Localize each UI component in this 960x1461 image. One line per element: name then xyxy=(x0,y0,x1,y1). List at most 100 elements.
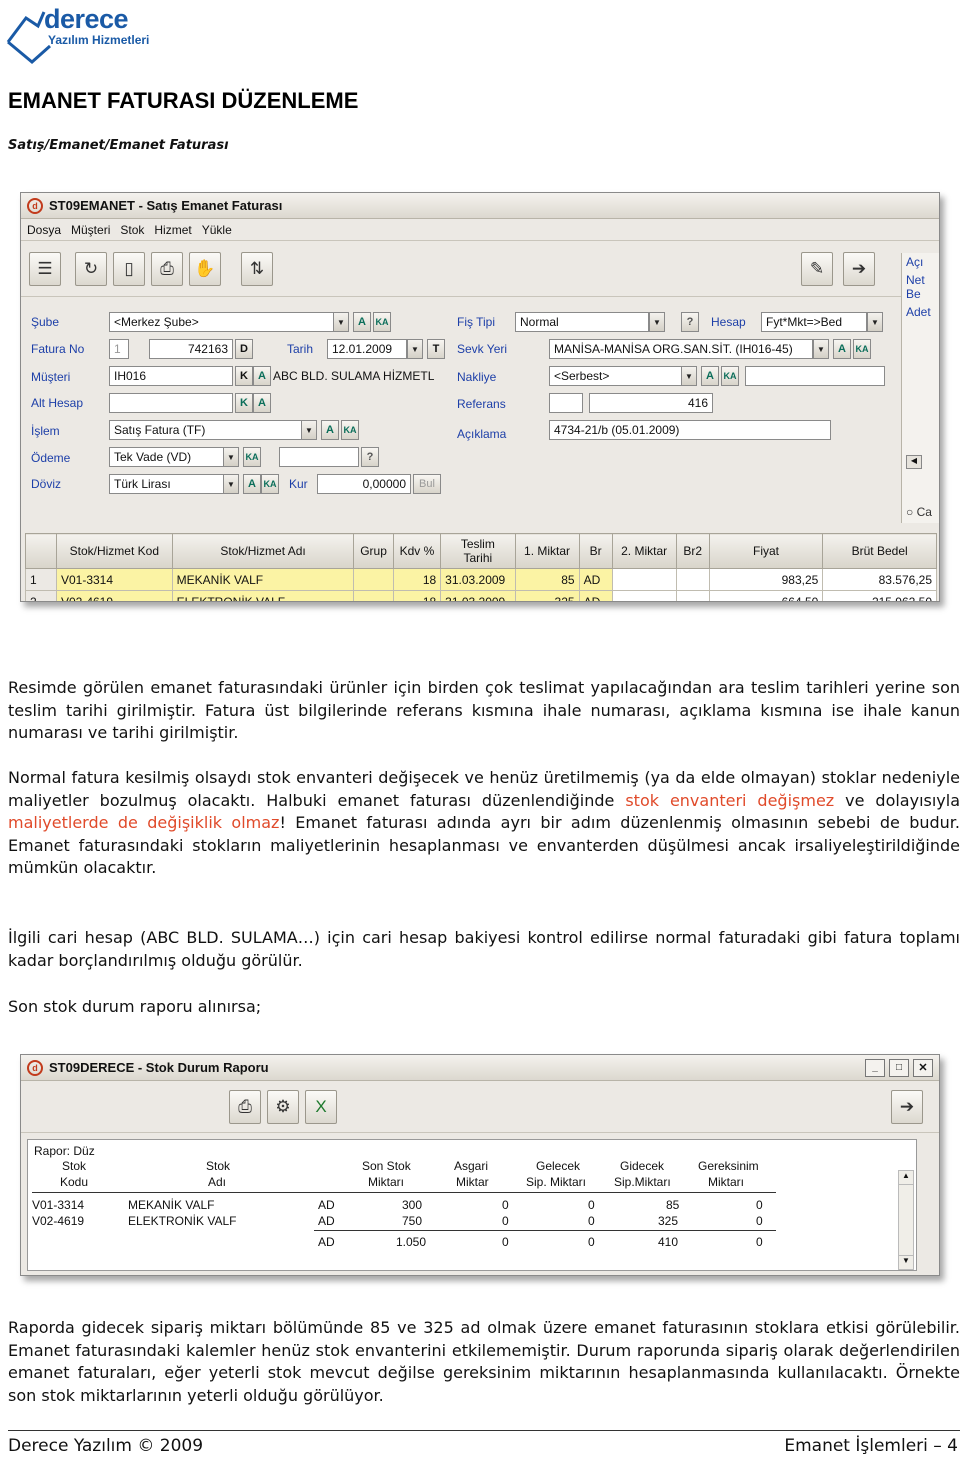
refresh-icon[interactable]: ↻ xyxy=(75,251,107,286)
menu-musteri[interactable]: Müşteri xyxy=(71,223,110,237)
cell-teslim[interactable]: 31.03.2009 xyxy=(440,590,516,601)
sevk-yeri-a-button[interactable]: A xyxy=(833,339,851,359)
musteri-k-button[interactable]: K xyxy=(235,366,253,386)
menu-stok[interactable]: Stok xyxy=(120,223,144,237)
col-stok-adi[interactable]: Stok/Hizmet Adı xyxy=(171,533,355,569)
cell-teslim[interactable]: 31.03.2009 xyxy=(440,568,516,591)
odeme-extra-field[interactable] xyxy=(279,447,359,467)
list-icon[interactable]: ☰ xyxy=(29,251,61,286)
report-settings-icon[interactable]: ⚙ xyxy=(267,1089,299,1124)
cell-kod[interactable]: V02-4619 xyxy=(55,590,173,601)
vertical-scrollbar[interactable]: ▲ ▼ xyxy=(898,1170,914,1270)
fis-tipi-select[interactable]: Normal xyxy=(515,312,649,332)
table-row[interactable]: 2 V02-4619 ELEKTRONİK VALF 18 31.03.2009… xyxy=(25,590,937,601)
alt-hesap-field[interactable] xyxy=(109,393,233,413)
fatura-no-field[interactable]: 742163 xyxy=(149,339,233,359)
print-icon[interactable]: ⎙ xyxy=(229,1089,261,1124)
islem-select[interactable]: Satış Fatura (TF) xyxy=(109,420,303,440)
excel-export-icon[interactable]: X xyxy=(305,1089,337,1124)
nakliye-ka-button[interactable]: KA xyxy=(721,366,739,386)
sevk-yeri-select[interactable]: MANİSA-MANİSA ORG.SAN.SİT. (IH016-45) xyxy=(549,339,813,359)
col-stok-kod[interactable]: Stok/Hizmet Kod xyxy=(55,533,173,569)
fis-tipi-chevron-icon[interactable]: ▼ xyxy=(649,312,665,332)
sevk-yeri-ka-button[interactable]: KA xyxy=(853,339,871,359)
col-br2[interactable]: Br2 xyxy=(675,533,710,569)
col-miktar2[interactable]: 2. Miktar xyxy=(611,533,677,569)
sort-icon[interactable]: ⇅ xyxy=(241,251,273,286)
cell-fiyat[interactable]: 983,25 xyxy=(708,568,824,591)
fis-tipi-help-icon[interactable]: ? xyxy=(681,312,699,332)
table-row[interactable]: 1 V01-3314 MEKANİK VALF 18 31.03.2009 85… xyxy=(25,568,937,591)
islem-ka-button[interactable]: KA xyxy=(341,420,359,440)
cell-grup[interactable] xyxy=(353,590,394,601)
minimize-button[interactable]: _ xyxy=(865,1059,885,1077)
menu-hizmet[interactable]: Hizmet xyxy=(154,223,191,237)
sube-select[interactable]: <Merkez Şube> xyxy=(109,312,335,332)
col-teslim-tarihi[interactable]: Teslim Tarihi xyxy=(440,533,516,569)
stamp-icon[interactable]: ✋ xyxy=(189,251,221,286)
side-button-acik[interactable]: Açı xyxy=(902,253,939,271)
doviz-select[interactable]: Türk Lirası xyxy=(109,474,225,494)
doviz-ka-button[interactable]: KA xyxy=(261,474,279,494)
cell-adi[interactable]: ELEKTRONİK VALF xyxy=(171,590,355,601)
menu-yukle[interactable]: Yükle xyxy=(202,223,232,237)
cell-miktar2[interactable] xyxy=(611,568,677,591)
doviz-chevron-icon[interactable]: ▼ xyxy=(223,474,239,494)
odeme-chevron-icon[interactable]: ▼ xyxy=(223,447,239,467)
tarih-field[interactable]: 12.01.2009 xyxy=(327,339,407,359)
edit-icon[interactable]: ✎ xyxy=(801,252,833,286)
search-a-icon[interactable]: A xyxy=(353,312,371,332)
chevron-down-icon[interactable]: ▼ xyxy=(333,312,349,332)
cell-grup[interactable] xyxy=(353,568,394,591)
alt-hesap-k-button[interactable]: K xyxy=(235,393,253,413)
cell-miktar1[interactable]: 325 xyxy=(514,590,580,601)
scroll-up-icon[interactable]: ▲ xyxy=(899,1171,913,1185)
cell-adi[interactable]: MEKANİK VALF xyxy=(171,568,355,591)
print-icon[interactable]: ⎙ xyxy=(151,251,183,286)
cell-br[interactable]: AD xyxy=(578,568,613,591)
cell-miktar1[interactable]: 85 xyxy=(514,568,580,591)
nakliye-a-button[interactable]: A xyxy=(701,366,719,386)
radio-button[interactable]: ○ Ca xyxy=(906,505,932,519)
cell-kdv[interactable]: 18 xyxy=(392,568,442,591)
side-button-net-bedel[interactable]: Net Be xyxy=(902,271,939,303)
calendar-chevron-icon[interactable]: ▼ xyxy=(407,339,423,359)
cell-br2[interactable] xyxy=(675,568,710,591)
sevk-yeri-chevron-icon[interactable]: ▼ xyxy=(813,339,829,359)
islem-chevron-icon[interactable]: ▼ xyxy=(301,420,317,440)
tarih-t-button[interactable]: T xyxy=(427,339,445,359)
exit-icon[interactable]: ➔ xyxy=(891,1090,923,1124)
cell-kod[interactable]: V01-3314 xyxy=(55,568,173,591)
odeme-ka-button[interactable]: KA xyxy=(243,447,261,467)
aciklama-field[interactable]: 4734-21/b (05.01.2009) xyxy=(549,420,831,440)
alt-hesap-a-button[interactable]: A xyxy=(253,393,271,413)
col-fiyat[interactable]: Fiyat xyxy=(708,533,824,569)
doviz-a-button[interactable]: A xyxy=(243,474,261,494)
cell-miktar2[interactable] xyxy=(611,590,677,601)
col-kdv[interactable]: Kdv % xyxy=(392,533,442,569)
fatura-seri-field[interactable]: 1 xyxy=(109,339,129,359)
search-ka-icon[interactable]: KA xyxy=(373,312,391,332)
cell-brut[interactable]: 83.576,25 xyxy=(822,568,937,591)
new-document-icon[interactable]: ▯ xyxy=(113,251,145,286)
menu-dosya[interactable]: Dosya xyxy=(27,223,61,237)
referans-prefix-field[interactable] xyxy=(549,393,583,413)
odeme-select[interactable]: Tek Vade (VD) xyxy=(109,447,225,467)
side-button-adet[interactable]: Adet xyxy=(902,303,939,321)
nakliye-chevron-icon[interactable]: ▼ xyxy=(681,366,697,386)
referans-field[interactable]: 416 xyxy=(589,393,713,413)
nakliye-select[interactable]: <Serbest> xyxy=(549,366,683,386)
musteri-kod-field[interactable]: IH016 xyxy=(109,366,233,386)
islem-a-button[interactable]: A xyxy=(321,420,339,440)
scroll-down-icon[interactable]: ▼ xyxy=(899,1255,913,1269)
hesap-select[interactable]: Fyt*Mkt=>Bed xyxy=(761,312,867,332)
hesap-chevron-icon[interactable]: ▼ xyxy=(867,312,883,332)
musteri-a-button[interactable]: A xyxy=(253,366,271,386)
maximize-button[interactable]: □ xyxy=(889,1059,909,1077)
nakliye-extra-field[interactable] xyxy=(745,366,885,386)
bul-button[interactable]: Bul xyxy=(413,474,441,494)
cell-fiyat[interactable]: 664,50 xyxy=(708,590,824,601)
col-grup[interactable]: Grup xyxy=(353,533,394,569)
close-button[interactable]: ✕ xyxy=(913,1059,933,1077)
cell-brut[interactable]: 215.962,50 xyxy=(822,590,937,601)
